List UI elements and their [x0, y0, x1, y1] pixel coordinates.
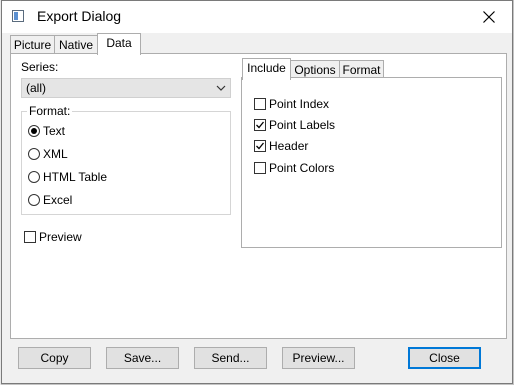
preview-checkbox[interactable]: [24, 231, 36, 243]
checkmark-icon: [256, 142, 265, 150]
format-option-label: XML: [43, 147, 68, 161]
include-option-label: Point Colors: [269, 161, 335, 175]
format-group: Format: Text XML HTML Table Excel: [21, 104, 231, 215]
radio-xml[interactable]: [28, 148, 40, 160]
format-option-xml[interactable]: XML: [28, 146, 68, 162]
format-option-excel[interactable]: Excel: [28, 192, 72, 208]
format-option-text[interactable]: Text: [28, 123, 65, 139]
include-option-point-index[interactable]: Point Index: [254, 96, 329, 112]
copy-button[interactable]: Copy: [18, 347, 91, 369]
series-dropdown[interactable]: (all): [21, 78, 231, 98]
point-labels-checkbox[interactable]: [254, 119, 266, 131]
window-title: Export Dialog: [37, 8, 122, 24]
include-option-label: Header: [269, 139, 309, 153]
header-checkbox[interactable]: [254, 140, 266, 152]
series-label: Series:: [21, 60, 59, 74]
tab-picture[interactable]: Picture: [10, 35, 55, 54]
radio-html-table[interactable]: [28, 171, 40, 183]
radio-excel[interactable]: [28, 194, 40, 206]
title-bar: Export Dialog: [2, 1, 512, 33]
tab-native[interactable]: Native: [54, 35, 98, 54]
close-button[interactable]: Close: [408, 347, 481, 369]
checkmark-icon: [256, 121, 265, 129]
include-option-header[interactable]: Header: [254, 138, 308, 154]
include-option-label: Point Labels: [269, 118, 336, 132]
export-dialog: Export Dialog Picture Native Data Series…: [1, 0, 513, 384]
include-option-point-colors[interactable]: Point Colors: [254, 160, 334, 176]
format-label: Format:: [27, 104, 73, 118]
window-icon: [12, 10, 24, 22]
include-option-label: Point Index: [269, 97, 330, 111]
format-option-label: HTML Table: [43, 170, 108, 184]
preview-checkbox-label: Preview: [39, 230, 82, 244]
include-option-point-labels[interactable]: Point Labels: [254, 117, 335, 133]
point-colors-checkbox[interactable]: [254, 162, 266, 174]
chevron-down-icon: [216, 82, 226, 97]
point-index-checkbox[interactable]: [254, 98, 266, 110]
data-tab-panel: Series: (all) Format: Text XML HTML Tabl…: [10, 53, 507, 339]
save-button[interactable]: Save...: [106, 347, 179, 369]
format-option-label: Text: [43, 124, 66, 138]
series-value: (all): [26, 81, 46, 95]
format-option-label: Excel: [43, 193, 73, 207]
send-button[interactable]: Send...: [194, 347, 267, 369]
include-tab-panel: Point Index Point Labels Header Point Co…: [241, 77, 502, 248]
preview-button[interactable]: Preview...: [282, 347, 355, 369]
tab-data[interactable]: Data: [97, 33, 141, 55]
radio-text[interactable]: [28, 125, 40, 137]
close-icon[interactable]: [466, 1, 512, 33]
preview-checkbox-row[interactable]: Preview: [24, 229, 82, 245]
tab-include[interactable]: Include: [242, 58, 291, 80]
format-option-html-table[interactable]: HTML Table: [28, 169, 107, 185]
